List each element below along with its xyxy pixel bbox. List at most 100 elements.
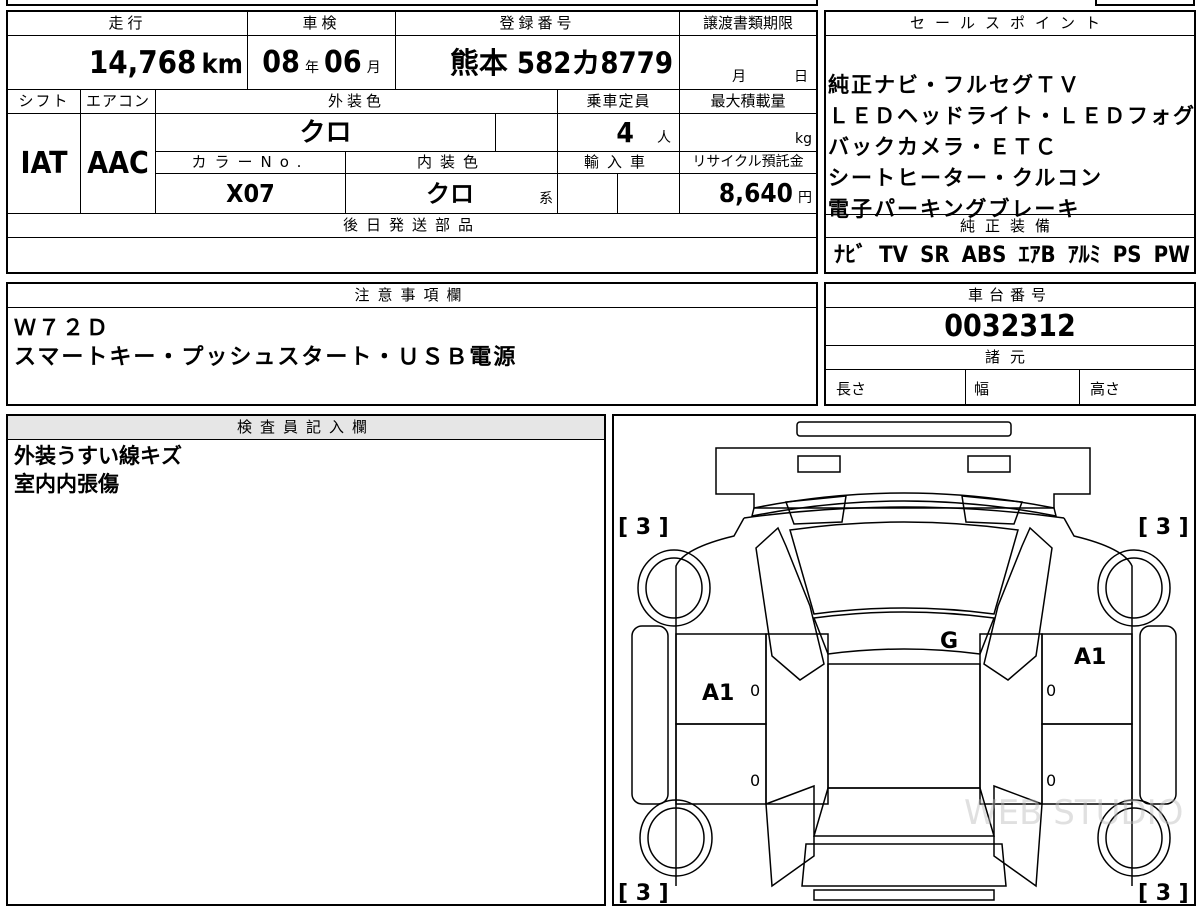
max-load-unit: kg [795, 131, 812, 147]
equipment-item: PS [1112, 243, 1142, 268]
width-label: 幅 [974, 380, 990, 398]
color-no-value: X07 [226, 179, 275, 208]
import-cell-a [558, 174, 618, 214]
import-label: 輸入車 [558, 152, 680, 174]
aircon-cell: AAC [81, 114, 156, 214]
mileage-unit: km [201, 49, 243, 80]
fog-lamp-left [797, 455, 841, 473]
equipment-item: ｱﾙﾐ [1067, 243, 1101, 268]
specs-label: 諸元 [826, 346, 1194, 370]
chassis-box: 車台番号 0032312 諸元 長さ 幅 高さ [824, 282, 1196, 406]
sales-point-line: シートヒーター・クルコン [828, 166, 1103, 190]
top-strip-right [1095, 0, 1195, 6]
inspection-label: 車検 [248, 12, 396, 36]
notes-line: スマートキー・プッシュスタート・ＵＳＢ電源 [14, 345, 518, 370]
roof-front [812, 611, 996, 655]
zero-mark: 0 [1046, 681, 1056, 700]
interior-color-label: 内装色 [346, 152, 558, 174]
sales-point-line: 純正ナビ・フルセグＴＶ [828, 73, 1081, 97]
fender-left-rear [765, 784, 815, 888]
equipment-label: 純正装備 [826, 214, 1194, 238]
windshield [789, 521, 1019, 615]
equipment-item: ABS [961, 243, 1007, 268]
rear-bumper [813, 889, 995, 901]
vehicle-info-table: 走行 車検 登録番号 譲渡書類期限 14,768 km 08 年 06 月 熊本… [6, 10, 818, 274]
max-load-label: 最大積載量 [680, 90, 816, 114]
wheel-front-right-inner [1105, 557, 1163, 619]
sales-point-box: セールスポイント 純正ナビ・フルセグＴＶ ＬＥＤヘッドライト・ＬＥＤフォグ バッ… [824, 10, 1196, 274]
mileage-cell: 14,768 km [8, 36, 248, 90]
mark-door-right-a1: A1 [1074, 645, 1106, 670]
sales-point-line: バックカメラ・ＥＴＣ [828, 135, 1058, 159]
inspector-line: 外装うすい線キズ [14, 444, 182, 468]
transfer-day-unit: 日 [794, 69, 808, 85]
mileage-value: 14,768 [88, 45, 197, 81]
registration-label: 登録番号 [396, 12, 680, 36]
zero-mark: 0 [1046, 771, 1056, 790]
inspector-line: 室内内張傷 [14, 472, 119, 496]
import-cell-b [618, 174, 680, 214]
sales-point-label: セールスポイント [826, 12, 1194, 36]
tire-tread-front-left: [ 3 ] [618, 515, 669, 540]
inspector-text: 外装うすい線キズ 室内内張傷 [14, 442, 182, 498]
width-cell: 幅 [966, 370, 1080, 404]
tire-tread-rear-left: [ 3 ] [618, 881, 669, 904]
zero-mark: 0 [750, 681, 760, 700]
front-bumper [715, 447, 1091, 509]
watermark: WEB STUDIO PRO [964, 793, 1194, 833]
equipment-item: ｴｱB [1018, 243, 1056, 268]
height-label: 高さ [1090, 380, 1121, 398]
recycle-unit: 円 [798, 190, 812, 206]
capacity-unit: 人 [657, 130, 671, 146]
aircon-value: AAC [87, 146, 149, 181]
inspection-month-unit: 月 [366, 60, 381, 76]
sales-point-list: 純正ナビ・フルセグＴＶ ＬＥＤヘッドライト・ＬＥＤフォグ バックカメラ・ＥＴＣ … [828, 70, 1194, 225]
sales-point-line: ＬＥＤヘッドライト・ＬＥＤフォグ [828, 104, 1196, 128]
mark-windshield-g: G [940, 629, 958, 654]
equipment-item: TV [879, 243, 908, 268]
transfer-deadline-label: 譲渡書類期限 [680, 12, 816, 36]
door-left-front [675, 633, 767, 725]
transfer-month-unit: 月 [732, 69, 746, 85]
aircon-label: エアコン [81, 90, 156, 114]
recycle-label: リサイクル預託金 [680, 152, 816, 174]
registration-value: 熊本 582カ8779 [449, 46, 673, 80]
equipment-list: ﾅﾋﾞ TV SR ABS ｴｱB ｱﾙﾐ PS PW [834, 240, 1190, 272]
inspection-year: 08 [262, 45, 300, 80]
length-cell: 長さ [826, 370, 966, 404]
exterior-color-label: 外装色 [156, 90, 558, 114]
mark-door-left-a1: A1 [702, 681, 734, 706]
shift-label: シフト [8, 90, 81, 114]
equipment-item: SR [920, 243, 950, 268]
interior-color-cell: クロ 系 [346, 174, 558, 214]
side-sill-right [1139, 625, 1177, 805]
car-diagram-box: WEB STUDIO PRO [ 3 ] [ 3 ] [ 3 ] [ 3 ] G… [612, 414, 1196, 906]
door-right-rear [1041, 723, 1133, 805]
transfer-deadline-cell: 月 日 [680, 36, 816, 90]
color-no-cell: X07 [156, 174, 346, 214]
wheel-front-right [1097, 549, 1171, 627]
capacity-value: 4 [616, 116, 634, 149]
side-sill-left [631, 625, 669, 805]
length-label: 長さ [836, 380, 867, 398]
equipment-item: ﾅﾋﾞ [834, 243, 868, 268]
front-bumper-top [796, 421, 1012, 437]
fog-lamp-right [967, 455, 1011, 473]
wheel-front-left [637, 549, 711, 627]
shift-value: IAT [20, 146, 68, 181]
shift-cell: IAT [8, 114, 81, 214]
notes-text: Ｗ７２Ｄ スマートキー・プッシュスタート・ＵＳＢ電源 [14, 314, 517, 372]
recycle-value: 8,640 [718, 179, 793, 209]
chassis-number: 0032312 [826, 308, 1194, 346]
notes-label: 注意事項欄 [8, 284, 816, 308]
wheel-front-left-inner [645, 557, 703, 619]
registration-cell: 熊本 582カ8779 [396, 36, 680, 90]
capacity-label: 乗車定員 [558, 90, 680, 114]
chassis-label: 車台番号 [826, 284, 1194, 308]
exterior-color-extra [496, 114, 558, 152]
mileage-label: 走行 [8, 12, 248, 36]
height-cell: 高さ [1080, 370, 1194, 404]
tire-tread-rear-right: [ 3 ] [1138, 881, 1189, 904]
tire-tread-front-right: [ 3 ] [1138, 515, 1189, 540]
exterior-color-value: クロ [299, 118, 352, 148]
